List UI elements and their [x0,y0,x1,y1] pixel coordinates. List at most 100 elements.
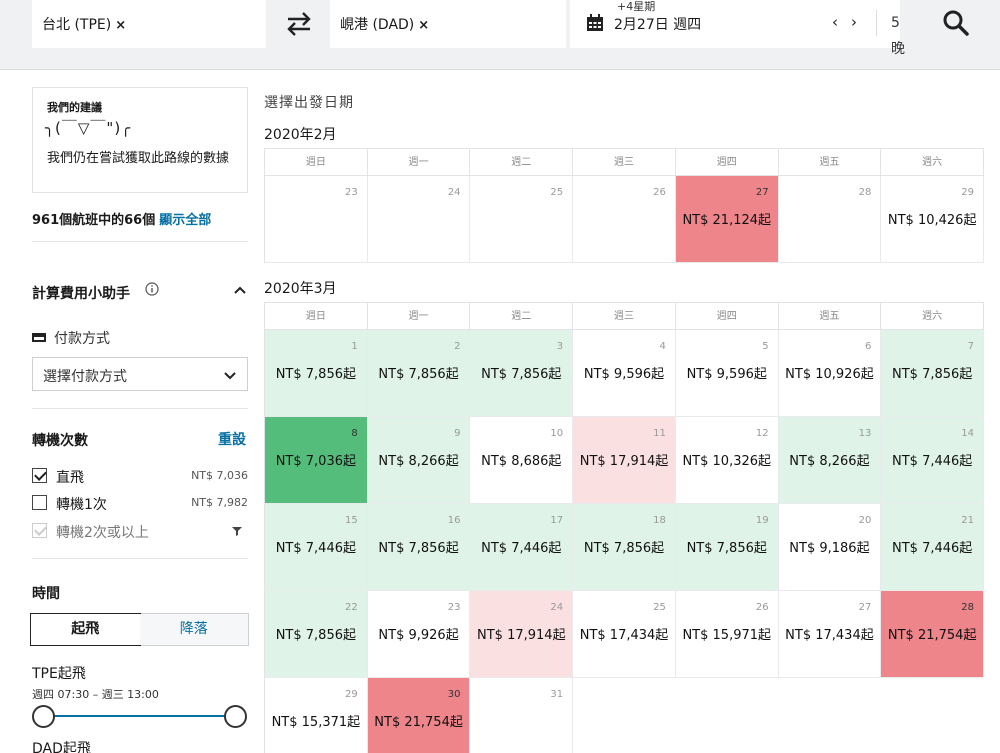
filter-icon[interactable] [232,526,242,536]
calendar-day-cell[interactable]: 29 NT$ 10,426起 [881,176,985,263]
day-number: 10 [550,428,564,439]
calendar-day-cell[interactable]: 23 [265,176,368,263]
swap-icon[interactable] [284,10,314,38]
calendar-day-cell[interactable]: 1 NT$ 7,856起 [265,330,368,417]
stops-option-label: 直飛 [56,470,84,486]
dad-departure-label: DAD起飛 [32,741,91,753]
calendar-day-cell[interactable]: 7 NT$ 7,856起 [881,330,985,417]
reset-stops-button[interactable]: 重設 [218,429,246,449]
chevron-up-icon[interactable] [233,283,247,297]
origin-chip[interactable]: 台北 (TPE) × [42,14,126,34]
prev-date-button[interactable]: ‹ [832,13,838,31]
calendar-day-cell[interactable]: 26 [573,176,676,263]
calendar-day-cell[interactable]: 15 NT$ 7,446起 [265,504,368,591]
tpe-departure-slider[interactable] [32,703,248,729]
payment-select[interactable]: 選擇付款方式 [32,357,248,391]
day-price: NT$ 10,926起 [785,367,874,382]
calendar-day-cell[interactable]: 31 [470,678,574,753]
calendar-empty-cell [573,678,676,753]
remove-icon[interactable]: × [115,18,126,33]
calendar-empty-cell [676,678,779,753]
calendar-day-cell[interactable]: 6 NT$ 10,926起 [778,330,882,417]
calendar-week: 8 NT$ 7,036起 9 NT$ 8,266起 10 NT$ 8,686起 11 NT$ … [265,417,985,504]
checkbox[interactable] [32,495,47,510]
show-all-link[interactable]: 顯示全部 [159,213,211,228]
calendar-day-cell[interactable]: 9 NT$ 8,266起 [367,417,471,504]
day-number: 23 [447,602,461,613]
stops-option-one[interactable]: 轉機1次 NT$ 7,982 [32,494,248,514]
day-price: NT$ 8,686起 [481,454,562,469]
remove-icon[interactable]: × [418,18,429,33]
nights-selector[interactable]: 5晚 [876,10,905,57]
calendar-day-cell[interactable]: 14 NT$ 7,446起 [881,417,985,504]
tab-arrive[interactable]: 降落 [139,614,248,645]
slider-track [44,715,236,717]
destination-field[interactable]: 峴港 (DAD) × [330,0,566,48]
calendar-day-cell[interactable]: 5 NT$ 9,596起 [675,330,779,417]
calendar-day-cell[interactable]: 29 NT$ 15,371起 [265,678,368,753]
calendar-day-cell[interactable]: 27 NT$ 17,434起 [778,591,882,678]
day-price: NT$ 9,596起 [686,367,767,382]
weekday-header: 週日 週一 週二 週三 週四 週五 週六 [265,149,985,176]
day-number: 15 [344,515,358,526]
calendar-day-cell[interactable]: 13 NT$ 8,266起 [778,417,882,504]
calendar-day-cell[interactable]: 22 NT$ 7,856起 [265,591,368,678]
next-date-button[interactable]: › [851,13,857,31]
calendar-day-cell[interactable]: 4 NT$ 9,596起 [573,330,676,417]
check-icon[interactable] [32,468,47,483]
calendar-day-cell[interactable]: 10 NT$ 8,686起 [470,417,574,504]
tpe-departure-range: 週四 07:30 – 週三 13:00 [32,688,159,701]
day-number: 29 [961,187,975,198]
day-price: NT$ 7,856起 [583,541,665,556]
weekday-label: 週四 [675,149,779,176]
calendar-day-cell[interactable]: 25 [470,176,574,263]
origin-field[interactable]: 台北 (TPE) × [32,0,266,48]
calendar-day-cell[interactable]: 20 NT$ 9,186起 [778,504,882,591]
destination-chip[interactable]: 峴港 (DAD) × [340,14,429,34]
slider-handle-end[interactable] [224,705,247,728]
day-number: 11 [653,428,666,439]
stops-option-direct[interactable]: 直飛 NT$ 7,036 [32,467,248,487]
search-button[interactable] [930,0,990,48]
calendar-day-cell[interactable]: 24 NT$ 17,914起 [470,591,574,678]
calendar-day-cell[interactable]: 25 NT$ 17,434起 [573,591,676,678]
day-price: NT$ 8,266起 [378,454,459,469]
calendar-day-cell[interactable]: 19 NT$ 7,856起 [675,504,779,591]
day-number: 25 [653,602,666,613]
weekday-label: 週三 [573,149,676,176]
calendar-day-cell[interactable]: 30 NT$ 21,754起 [367,678,471,753]
day-number: 29 [344,689,358,700]
calendar-day-cell[interactable]: 28 [778,176,882,263]
calendar-day-cell[interactable]: 3 NT$ 7,856起 [470,330,574,417]
calendar-day-cell[interactable]: 23 NT$ 9,926起 [367,591,471,678]
calendar-day-cell[interactable]: 21 NT$ 7,446起 [881,504,985,591]
day-price: NT$ 17,914起 [477,628,566,643]
calendar-day-cell[interactable]: 11 NT$ 17,914起 [573,417,676,504]
weekday-label: 週三 [573,303,676,330]
calendar-day-cell[interactable]: 8 NT$ 7,036起 [265,417,368,504]
calendar-day-cell[interactable]: 18 NT$ 7,856起 [573,504,676,591]
day-number: 14 [961,428,975,439]
day-number: 24 [550,602,564,613]
calendar-day-cell[interactable]: 24 [367,176,471,263]
day-number: 25 [550,187,564,198]
slider-handle-start[interactable] [32,705,55,728]
calendar-day-cell[interactable]: 26 NT$ 15,971起 [675,591,779,678]
calendar-day-cell[interactable]: 2 NT$ 7,856起 [367,330,471,417]
calendar-day-cell[interactable]: 28 NT$ 21,754起 [881,591,985,678]
calendar-day-cell[interactable]: 17 NT$ 7,446起 [470,504,574,591]
weekday-label: 週一 [367,149,471,176]
day-price: NT$ 7,446起 [481,541,562,556]
tab-depart[interactable]: 起飛 [30,613,141,646]
calendar-day-cell[interactable]: 16 NT$ 7,856起 [367,504,471,591]
info-icon[interactable] [145,282,159,296]
payment-select-value: 選擇付款方式 [43,369,127,385]
calendar-day-cell[interactable]: 27 NT$ 21,124起 [675,176,779,263]
day-price: NT$ 21,754起 [374,715,463,730]
day-price: NT$ 17,434起 [579,628,669,643]
stops-option-price: NT$ 7,036 [191,469,248,482]
calendar-day-cell[interactable]: 12 NT$ 10,326起 [675,417,779,504]
weekday-label: 週日 [265,149,368,176]
date-field[interactable]: +4星期 2月27日 週四 ‹ › 5晚 [570,0,905,57]
day-price: NT$ 7,856起 [481,367,562,382]
